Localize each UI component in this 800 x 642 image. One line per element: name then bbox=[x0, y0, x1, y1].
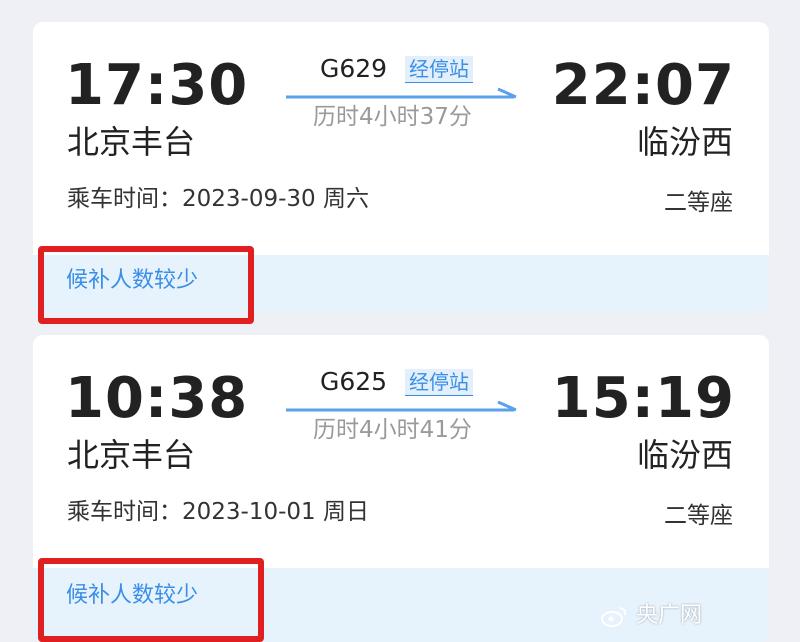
ride-date-row: 乘车时间：2023-09-30 周六 bbox=[67, 188, 369, 211]
ride-date: 2023-09-30 bbox=[182, 186, 316, 212]
stops-link[interactable]: 经停站 bbox=[405, 369, 473, 396]
ride-date-label: 乘车时间： bbox=[67, 499, 182, 525]
ride-date: 2023-10-01 bbox=[182, 499, 316, 525]
departure-time: 17:30 bbox=[65, 53, 249, 118]
highlight-annotation bbox=[38, 558, 264, 642]
seat-class: 二等座 bbox=[664, 190, 733, 216]
arrival-time: 15:19 bbox=[551, 366, 735, 431]
highlight-annotation bbox=[38, 246, 254, 324]
departure-station: 北京丰台 bbox=[67, 436, 196, 474]
trip-duration: 历时4小时37分 bbox=[313, 104, 472, 130]
stops-link[interactable]: 经停站 bbox=[405, 56, 473, 83]
route-arrow-icon bbox=[286, 88, 517, 99]
ride-weekday: 周六 bbox=[322, 186, 369, 212]
departure-station: 北京丰台 bbox=[67, 123, 196, 161]
trip-duration: 历时4小时41分 bbox=[313, 417, 472, 443]
watermark: 央广网 bbox=[600, 605, 702, 627]
departure-time: 10:38 bbox=[65, 366, 249, 431]
seat-class: 二等座 bbox=[664, 503, 733, 529]
watermark-text: 央广网 bbox=[636, 603, 703, 628]
arrival-station: 临汾西 bbox=[636, 436, 733, 474]
ride-date-label: 乘车时间： bbox=[67, 186, 182, 212]
train-number: G625 bbox=[320, 367, 388, 396]
ride-weekday: 周日 bbox=[322, 499, 369, 525]
arrival-time: 22:07 bbox=[551, 53, 735, 118]
weibo-icon bbox=[601, 607, 627, 627]
route-arrow-icon bbox=[286, 401, 517, 412]
arrival-station: 临汾西 bbox=[636, 123, 733, 161]
train-number: G629 bbox=[320, 54, 388, 83]
ride-date-row: 乘车时间：2023-10-01 周日 bbox=[67, 501, 369, 524]
